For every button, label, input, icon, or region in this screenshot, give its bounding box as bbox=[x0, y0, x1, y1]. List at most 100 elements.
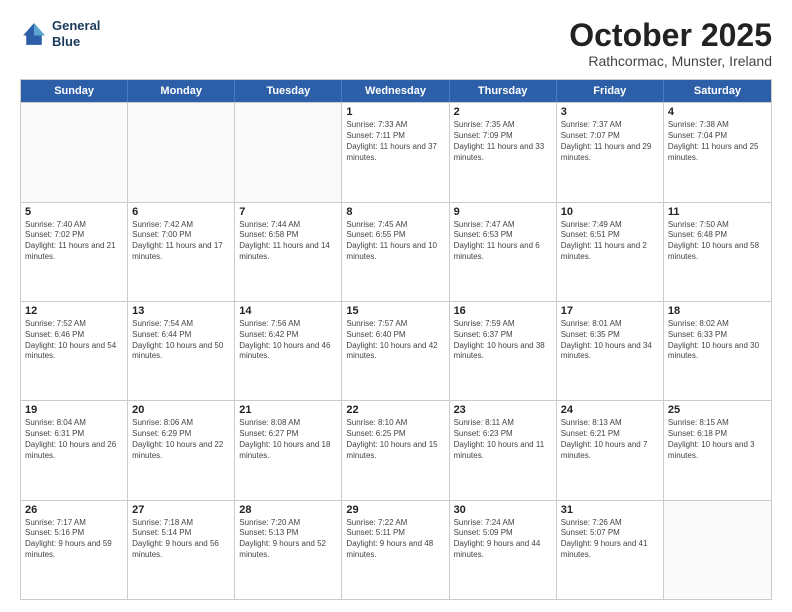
day-number: 10 bbox=[561, 206, 659, 218]
calendar-cell: 25 Sunrise: 8:15 AMSunset: 6:18 PMDayligh… bbox=[664, 401, 771, 499]
header-day-friday: Friday bbox=[557, 80, 664, 102]
cell-info: Sunrise: 7:56 AMSunset: 6:42 PMDaylight:… bbox=[239, 319, 337, 362]
cell-info: Sunrise: 7:18 AMSunset: 5:14 PMDaylight:… bbox=[132, 518, 230, 561]
logo-icon bbox=[20, 20, 48, 48]
calendar: SundayMondayTuesdayWednesdayThursdayFrid… bbox=[20, 79, 772, 600]
day-number: 15 bbox=[346, 305, 444, 317]
cell-info: Sunrise: 8:10 AMSunset: 6:25 PMDaylight:… bbox=[346, 418, 444, 461]
cell-info: Sunrise: 8:08 AMSunset: 6:27 PMDaylight:… bbox=[239, 418, 337, 461]
cell-info: Sunrise: 7:57 AMSunset: 6:40 PMDaylight:… bbox=[346, 319, 444, 362]
day-number: 24 bbox=[561, 404, 659, 416]
logo-line1: General bbox=[52, 18, 100, 34]
calendar-cell: 8Sunrise: 7:45 AMSunset: 6:55 PMDaylight… bbox=[342, 203, 449, 301]
calendar-cell: 12 Sunrise: 7:52 AMSunset: 6:46 PMDayligh… bbox=[21, 302, 128, 400]
calendar-cell: 31Sunrise: 7:26 AMSunset: 5:07 PMDayligh… bbox=[557, 501, 664, 599]
calendar-cell: 24 Sunrise: 8:13 AMSunset: 6:21 PMDayligh… bbox=[557, 401, 664, 499]
day-number: 9 bbox=[454, 206, 552, 218]
cell-info: Sunrise: 7:40 AMSunset: 7:02 PMDaylight:… bbox=[25, 220, 123, 263]
calendar-cell bbox=[21, 103, 128, 201]
day-number: 13 bbox=[132, 305, 230, 317]
day-number: 20 bbox=[132, 404, 230, 416]
calendar-cell: 23Sunrise: 8:11 AMSunset: 6:23 PMDayligh… bbox=[450, 401, 557, 499]
cell-info: Sunrise: 7:52 AMSunset: 6:46 PMDaylight:… bbox=[25, 319, 123, 362]
day-number: 21 bbox=[239, 404, 337, 416]
calendar-cell: 11Sunrise: 7:50 AMSunset: 6:48 PMDayligh… bbox=[664, 203, 771, 301]
day-number: 8 bbox=[346, 206, 444, 218]
calendar-row-2: 5 Sunrise: 7:40 AMSunset: 7:02 PMDaylight… bbox=[21, 202, 771, 301]
calendar-cell: 28 Sunrise: 7:20 AMSunset: 5:13 PMDayligh… bbox=[235, 501, 342, 599]
day-number: 11 bbox=[668, 206, 767, 218]
calendar-row-1: 1 Sunrise: 7:33 AMSunset: 7:11 PMDaylight… bbox=[21, 102, 771, 201]
logo-text: General Blue bbox=[52, 18, 100, 49]
cell-info: Sunrise: 7:35 AMSunset: 7:09 PMDaylight:… bbox=[454, 120, 552, 163]
day-number: 4 bbox=[668, 106, 767, 118]
calendar-cell: 1 Sunrise: 7:33 AMSunset: 7:11 PMDaylight… bbox=[342, 103, 449, 201]
subtitle: Rathcormac, Munster, Ireland bbox=[569, 53, 772, 69]
day-number: 25 bbox=[668, 404, 767, 416]
day-number: 29 bbox=[346, 504, 444, 516]
page: General Blue October 2025 Rathcormac, Mu… bbox=[0, 0, 792, 612]
header-day-sunday: Sunday bbox=[21, 80, 128, 102]
cell-info: Sunrise: 8:04 AMSunset: 6:31 PMDaylight:… bbox=[25, 418, 123, 461]
calendar-cell: 9 Sunrise: 7:47 AMSunset: 6:53 PMDaylight… bbox=[450, 203, 557, 301]
calendar-cell: 6 Sunrise: 7:42 AMSunset: 7:00 PMDaylight… bbox=[128, 203, 235, 301]
header-day-wednesday: Wednesday bbox=[342, 80, 449, 102]
cell-info: Sunrise: 8:02 AMSunset: 6:33 PMDaylight:… bbox=[668, 319, 767, 362]
logo-line2: Blue bbox=[52, 34, 100, 50]
cell-info: Sunrise: 7:33 AMSunset: 7:11 PMDaylight:… bbox=[346, 120, 444, 163]
day-number: 26 bbox=[25, 504, 123, 516]
cell-info: Sunrise: 7:59 AMSunset: 6:37 PMDaylight:… bbox=[454, 319, 552, 362]
calendar-cell: 16 Sunrise: 7:59 AMSunset: 6:37 PMDayligh… bbox=[450, 302, 557, 400]
calendar-cell: 19Sunrise: 8:04 AMSunset: 6:31 PMDayligh… bbox=[21, 401, 128, 499]
day-number: 28 bbox=[239, 504, 337, 516]
cell-info: Sunrise: 7:44 AMSunset: 6:58 PMDaylight:… bbox=[239, 220, 337, 263]
calendar-cell: 22Sunrise: 8:10 AMSunset: 6:25 PMDayligh… bbox=[342, 401, 449, 499]
day-number: 27 bbox=[132, 504, 230, 516]
calendar-cell: 20 Sunrise: 8:06 AMSunset: 6:29 PMDayligh… bbox=[128, 401, 235, 499]
calendar-cell: 14 Sunrise: 7:56 AMSunset: 6:42 PMDayligh… bbox=[235, 302, 342, 400]
calendar-cell: 15 Sunrise: 7:57 AMSunset: 6:40 PMDayligh… bbox=[342, 302, 449, 400]
day-number: 12 bbox=[25, 305, 123, 317]
cell-info: Sunrise: 7:17 AMSunset: 5:16 PMDaylight:… bbox=[25, 518, 123, 561]
day-number: 14 bbox=[239, 305, 337, 317]
day-number: 23 bbox=[454, 404, 552, 416]
cell-info: Sunrise: 8:06 AMSunset: 6:29 PMDaylight:… bbox=[132, 418, 230, 461]
calendar-cell: 13 Sunrise: 7:54 AMSunset: 6:44 PMDayligh… bbox=[128, 302, 235, 400]
cell-info: Sunrise: 7:47 AMSunset: 6:53 PMDaylight:… bbox=[454, 220, 552, 263]
cell-info: Sunrise: 7:49 AMSunset: 6:51 PMDaylight:… bbox=[561, 220, 659, 263]
day-number: 2 bbox=[454, 106, 552, 118]
cell-info: Sunrise: 7:54 AMSunset: 6:44 PMDaylight:… bbox=[132, 319, 230, 362]
header-day-monday: Monday bbox=[128, 80, 235, 102]
cell-info: Sunrise: 7:20 AMSunset: 5:13 PMDaylight:… bbox=[239, 518, 337, 561]
day-number: 30 bbox=[454, 504, 552, 516]
calendar-cell bbox=[235, 103, 342, 201]
cell-info: Sunrise: 8:13 AMSunset: 6:21 PMDaylight:… bbox=[561, 418, 659, 461]
calendar-cell: 7 Sunrise: 7:44 AMSunset: 6:58 PMDaylight… bbox=[235, 203, 342, 301]
calendar-cell: 26 Sunrise: 7:17 AMSunset: 5:16 PMDayligh… bbox=[21, 501, 128, 599]
calendar-cell: 18 Sunrise: 8:02 AMSunset: 6:33 PMDayligh… bbox=[664, 302, 771, 400]
calendar-cell: 3Sunrise: 7:37 AMSunset: 7:07 PMDaylight… bbox=[557, 103, 664, 201]
calendar-cell: 5 Sunrise: 7:40 AMSunset: 7:02 PMDaylight… bbox=[21, 203, 128, 301]
day-number: 5 bbox=[25, 206, 123, 218]
cell-info: Sunrise: 7:22 AMSunset: 5:11 PMDaylight:… bbox=[346, 518, 444, 561]
day-number: 7 bbox=[239, 206, 337, 218]
cell-info: Sunrise: 8:01 AMSunset: 6:35 PMDaylight:… bbox=[561, 319, 659, 362]
day-number: 16 bbox=[454, 305, 552, 317]
calendar-row-3: 12 Sunrise: 7:52 AMSunset: 6:46 PMDayligh… bbox=[21, 301, 771, 400]
day-number: 6 bbox=[132, 206, 230, 218]
cell-info: Sunrise: 7:24 AMSunset: 5:09 PMDaylight:… bbox=[454, 518, 552, 561]
calendar-body: 1 Sunrise: 7:33 AMSunset: 7:11 PMDaylight… bbox=[21, 102, 771, 599]
cell-info: Sunrise: 7:42 AMSunset: 7:00 PMDaylight:… bbox=[132, 220, 230, 263]
calendar-cell: 21 Sunrise: 8:08 AMSunset: 6:27 PMDayligh… bbox=[235, 401, 342, 499]
cell-info: Sunrise: 7:37 AMSunset: 7:07 PMDaylight:… bbox=[561, 120, 659, 163]
day-number: 1 bbox=[346, 106, 444, 118]
calendar-cell bbox=[128, 103, 235, 201]
cell-info: Sunrise: 8:15 AMSunset: 6:18 PMDaylight:… bbox=[668, 418, 767, 461]
calendar-cell: 27 Sunrise: 7:18 AMSunset: 5:14 PMDayligh… bbox=[128, 501, 235, 599]
calendar-row-5: 26 Sunrise: 7:17 AMSunset: 5:16 PMDayligh… bbox=[21, 500, 771, 599]
title-block: October 2025 Rathcormac, Munster, Irelan… bbox=[569, 18, 772, 69]
calendar-cell bbox=[664, 501, 771, 599]
calendar-row-4: 19Sunrise: 8:04 AMSunset: 6:31 PMDayligh… bbox=[21, 400, 771, 499]
calendar-cell: 4Sunrise: 7:38 AMSunset: 7:04 PMDaylight… bbox=[664, 103, 771, 201]
day-number: 18 bbox=[668, 305, 767, 317]
